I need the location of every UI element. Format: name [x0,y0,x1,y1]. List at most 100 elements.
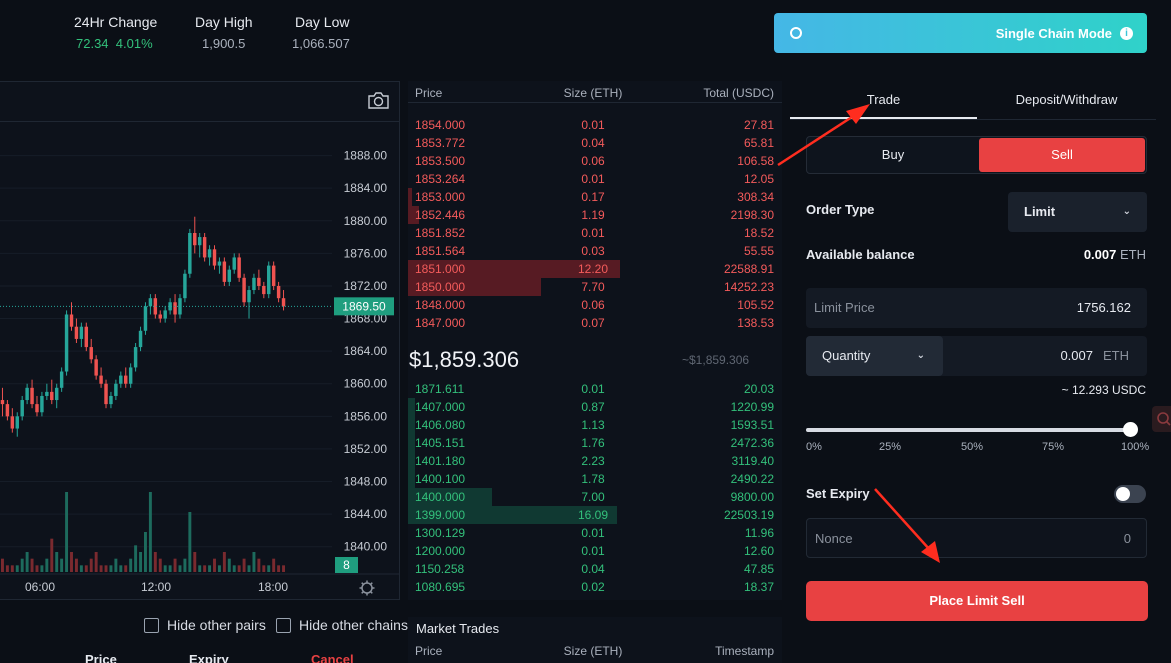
volume-bar [267,565,271,572]
bid-row[interactable]: 1400.100 1.78 2490.22 [408,470,782,488]
volume-bar [50,538,54,572]
stat-label: 24Hr Change [74,14,158,30]
ask-row[interactable]: 1852.446 1.19 2198.30 [408,206,782,224]
row-price: 1400.100 [415,472,466,486]
quantity-input[interactable]: 0.007 ETH [1060,348,1129,363]
row-price: 1300.129 [415,526,466,540]
bid-row[interactable]: 1871.611 0.01 20.03 [408,380,782,398]
bid-row[interactable]: 1399.000 16.09 22503.19 [408,506,782,524]
row-size: 12.20 [577,262,609,276]
volume-bar [213,558,216,572]
place-limit-sell-button[interactable]: Place Limit Sell [806,581,1148,621]
row-total: 18.52 [743,226,774,240]
candle-body [20,400,24,417]
candle-body [197,237,202,246]
volume-bar [252,552,256,572]
bid-row[interactable]: 1300.129 0.01 11.96 [408,524,782,542]
row-size: 1.13 [581,418,605,432]
quantity-slider-thumb[interactable] [1123,422,1138,437]
row-total: 12.60 [743,544,774,558]
candle-body [178,298,182,315]
slider-label-100[interactable]: 100% [1121,441,1149,453]
slider-label-25[interactable]: 25% [879,441,901,453]
slider-label-50[interactable]: 50% [961,441,983,453]
y-tick-label: 1844.00 [344,507,388,521]
sell-button[interactable]: Sell [979,138,1145,172]
candle-body [119,375,123,384]
volume-bar [272,558,276,572]
hide-other-chains[interactable]: Hide other chains [276,617,408,633]
tab-deposit-withdraw[interactable]: Deposit/Withdraw [977,81,1156,119]
orders-col-cancel[interactable]: Cancel [311,652,354,663]
ask-row[interactable]: 1851.000 12.20 22588.91 [408,260,782,278]
tab-trade[interactable]: Trade [790,81,977,119]
slider-label-0[interactable]: 0% [806,441,822,453]
nonce-field[interactable]: Nonce 0 [806,518,1147,558]
bid-row[interactable]: 1406.080 1.13 1593.51 [408,416,782,434]
ask-row[interactable]: 1851.564 0.03 55.55 [408,242,782,260]
volume-bar [15,565,19,572]
stat-value: 1,066.507 [292,36,350,51]
order-type-select[interactable]: Limit ⌄ [1008,192,1147,232]
candle-body [50,391,54,401]
bid-row[interactable]: 1401.180 2.23 3119.40 [408,452,782,470]
ask-row[interactable]: 1851.852 0.01 18.52 [408,224,782,242]
limit-price-input[interactable]: 1756.162 [1077,300,1131,315]
single-chain-mode-button[interactable]: Single Chain Mode i [774,13,1147,53]
row-size: 0.01 [581,172,605,186]
ask-row[interactable]: 1853.500 0.06 106.58 [408,152,782,170]
candle-body [74,326,79,339]
row-total: 14252.23 [723,280,774,294]
candle-body [158,314,162,319]
price-chart-panel: 1888.00 1884.00 1880.00 1876.00 1872.00 1868.… [0,81,400,600]
gear-icon[interactable] [361,582,373,594]
last-price-label: 1869.50 [342,299,386,313]
y-tick-label: 1848.00 [344,475,388,489]
ask-row[interactable]: 1853.000 0.17 308.34 [408,188,782,206]
row-price: 1853.000 [415,190,466,204]
buy-button[interactable]: Buy [808,138,978,172]
bid-row[interactable]: 1407.000 0.87 1220.99 [408,398,782,416]
candle-body [222,261,227,282]
bid-row[interactable]: 1200.000 0.01 12.60 [408,542,782,560]
candlestick-chart[interactable]: 1888.001884.001880.001876.001872.001868.… [0,123,399,601]
ask-row[interactable]: 1853.264 0.01 12.05 [408,170,782,188]
bid-row[interactable]: 1150.258 0.04 47.85 [408,560,782,578]
candle-body [257,277,261,286]
hide-other-pairs[interactable]: Hide other pairs [144,617,266,633]
row-total: 9800.00 [730,490,774,504]
ask-row[interactable]: 1847.000 0.07 138.53 [408,314,782,332]
quantity-slider-track[interactable] [806,428,1131,432]
side-search-button[interactable] [1152,406,1171,432]
ask-row[interactable]: 1853.772 0.04 65.81 [408,134,782,152]
nonce-input[interactable]: 0 [1124,531,1131,546]
hide-pairs-checkbox[interactable] [144,618,159,633]
quantity-mode-select[interactable]: Quantity ⌄ [806,336,943,376]
volume-bar [10,565,14,572]
volume-bar [198,565,202,572]
depth-bar [408,398,415,416]
volume-badge-label: 8 [343,558,350,572]
row-price: 1848.000 [415,298,466,312]
set-expiry-toggle[interactable] [1114,485,1146,503]
volume-bar [242,558,246,572]
toggle-knob [1116,487,1130,501]
volume-bar [79,565,83,572]
candle-body [207,249,212,258]
ask-row[interactable]: 1848.000 0.06 105.52 [408,296,782,314]
row-price: 1851.852 [415,226,466,240]
info-icon[interactable]: i [1120,26,1133,40]
chart-toolbar [0,82,399,122]
ask-row[interactable]: 1854.000 0.01 27.81 [408,116,782,134]
camera-icon[interactable] [368,92,389,109]
stat-value: 72.34 4.01% [74,36,157,51]
bid-row[interactable]: 1080.695 0.02 18.37 [408,578,782,596]
candle-body [148,298,153,307]
y-tick-label: 1864.00 [344,344,388,358]
hide-chains-checkbox[interactable] [276,618,291,633]
limit-price-field[interactable]: Limit Price 1756.162 [806,288,1147,328]
ask-row[interactable]: 1850.000 7.70 14252.23 [408,278,782,296]
bid-row[interactable]: 1400.000 7.00 9800.00 [408,488,782,506]
slider-label-75[interactable]: 75% [1042,441,1064,453]
bid-row[interactable]: 1405.151 1.76 2472.36 [408,434,782,452]
